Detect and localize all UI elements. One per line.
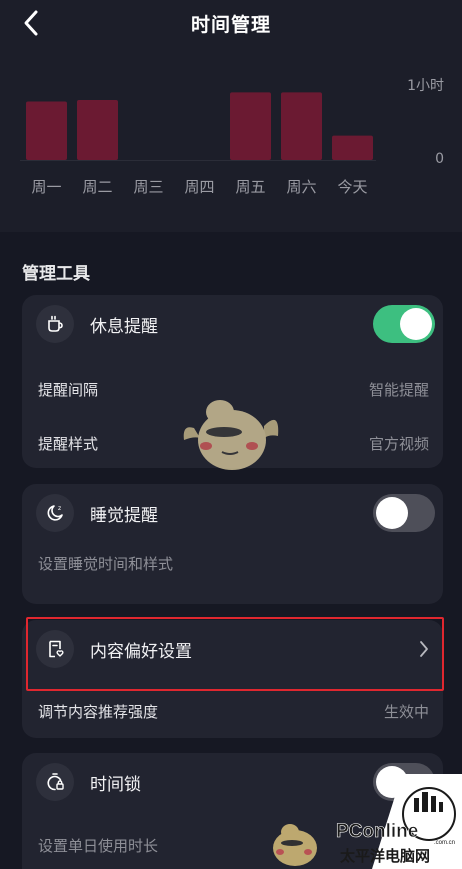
- chart-bar-1: [26, 101, 67, 160]
- chart-bar-7: [332, 135, 373, 160]
- recommend-strength-label: 调节内容推荐强度: [38, 702, 159, 721]
- chart-x-label-7: 今天: [337, 178, 367, 196]
- chart-bar-6: [281, 92, 322, 160]
- chart-bar-2: [77, 99, 118, 160]
- content-preference-label: 内容偏好设置: [90, 641, 192, 662]
- content-preference-button[interactable]: 内容偏好设置: [22, 620, 443, 678]
- recommend-strength-row[interactable]: 调节内容推荐强度 生效中: [38, 699, 429, 723]
- document-heart-icon: [36, 630, 74, 668]
- chart-x-label-2: 周二: [82, 178, 112, 196]
- svg-text:PConline: PConline: [336, 821, 418, 842]
- time-lock-description: 设置单日使用时长: [38, 837, 159, 855]
- weekly-usage-chart: 周一 周二 周三 周四 周五 周六 今天: [20, 92, 376, 196]
- reminder-style-label: 提醒样式: [38, 434, 99, 453]
- chart-bar-5: [230, 92, 271, 160]
- y-tick-label-max: 1小时: [407, 78, 444, 94]
- section-title: 管理工具: [22, 264, 90, 284]
- chart-x-label-1: 周一: [31, 178, 61, 196]
- chart-x-label-5: 周五: [235, 178, 265, 196]
- reminder-interval-value: 智能提醒: [368, 380, 429, 399]
- rest-reminder-toggle[interactable]: [373, 305, 435, 343]
- sleep-reminder-label: 睡觉提醒: [90, 505, 158, 526]
- chart-x-label-6: 周六: [286, 178, 316, 196]
- moon-icon: z: [36, 494, 74, 532]
- mascot-bird-icon: [183, 400, 279, 470]
- cup-icon: [36, 305, 74, 343]
- sleep-reminder-toggle[interactable]: [373, 494, 435, 532]
- recommend-strength-value: 生效中: [383, 702, 429, 721]
- reminder-interval-label: 提醒间隔: [38, 380, 99, 399]
- svg-text:z: z: [58, 505, 61, 512]
- reminder-style-value: 官方视频: [368, 434, 429, 453]
- sleep-reminder-card: z 睡觉提醒 设置睡觉时间和样式: [22, 484, 443, 604]
- mascot-bird-small-icon: [273, 824, 317, 866]
- content-preference-card: 内容偏好设置 调节内容推荐强度 生效中: [22, 620, 443, 738]
- usage-summary-panel: 时间管理 周一 周二 周三 周四 周五 周六 今天 1小时 0: [0, 0, 462, 232]
- y-tick-label-zero: 0: [435, 151, 444, 167]
- rest-reminder-label: 休息提醒: [90, 316, 158, 337]
- chart-x-label-4: 周四: [184, 178, 214, 196]
- svg-text:太平洋电脑网: 太平洋电脑网: [340, 847, 430, 865]
- time-lock-label: 时间锁: [90, 774, 141, 795]
- chevron-right-icon[interactable]: [419, 640, 429, 658]
- sleep-reminder-description: 设置睡觉时间和样式: [38, 555, 174, 573]
- page-title: 时间管理: [190, 14, 271, 36]
- svg-text:.com.cn: .com.cn: [434, 840, 455, 846]
- pconline-watermark-logo: PConline .com.cn 太平洋电脑网: [336, 774, 462, 869]
- chart-x-label-3: 周三: [133, 178, 163, 196]
- timer-lock-icon: [36, 763, 74, 801]
